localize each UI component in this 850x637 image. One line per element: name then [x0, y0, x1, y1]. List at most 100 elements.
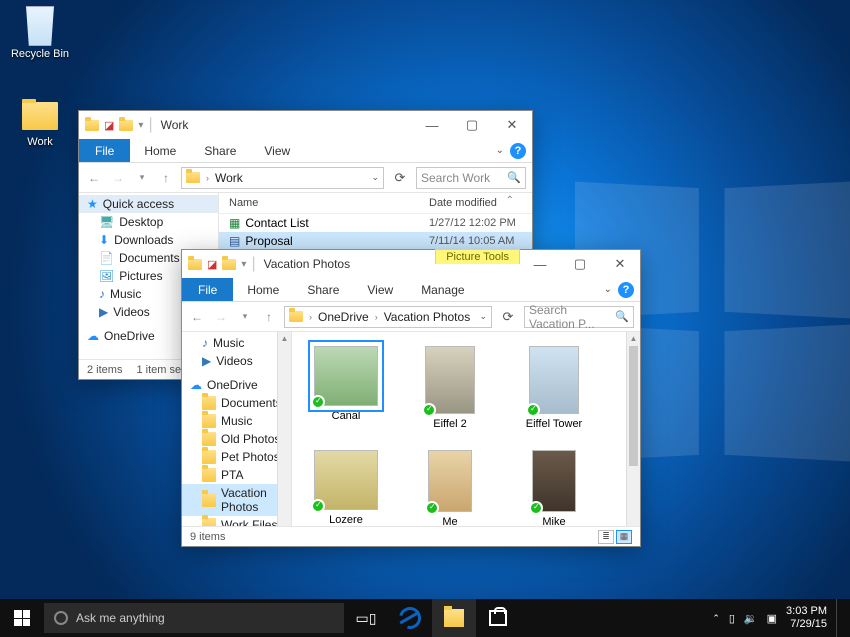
taskbar-file-explorer[interactable] — [432, 599, 476, 637]
tab-share[interactable]: Share — [293, 278, 353, 301]
column-name[interactable]: Name — [229, 197, 429, 209]
tab-share[interactable]: Share — [190, 139, 250, 162]
ribbon-expand-icon[interactable]: ⌄ — [604, 284, 612, 295]
breadcrumb[interactable]: OneDrive — [318, 310, 369, 324]
nav-documents[interactable]: Documents — [182, 394, 291, 412]
tab-manage[interactable]: Manage — [407, 278, 478, 301]
chevron-down-icon[interactable]: ⌄ — [371, 172, 379, 183]
maximize-button[interactable]: ▢ — [452, 111, 492, 139]
help-icon[interactable]: ? — [618, 282, 634, 298]
sync-badge-icon — [526, 403, 540, 417]
minimize-button[interactable]: — — [412, 111, 452, 139]
back-button[interactable]: ← — [85, 169, 103, 187]
qat-newfolder-icon[interactable] — [119, 120, 133, 131]
qat-properties-icon[interactable]: ◪ — [104, 119, 114, 132]
titlebar[interactable]: ◪ ▾ | Work — ▢ ✕ — [79, 111, 532, 139]
nav-pta[interactable]: PTA — [182, 466, 291, 484]
column-date[interactable]: Date modified — [429, 197, 497, 209]
nav-music[interactable]: Music — [182, 412, 291, 430]
search-input[interactable]: Search Work 🔍 — [416, 167, 526, 189]
qat-properties-icon[interactable]: ◪ — [207, 258, 217, 271]
titlebar[interactable]: ◪ ▾ | Vacation Photos Picture Tools — ▢ … — [182, 250, 640, 278]
ribbon-expand-icon[interactable]: ⌄ — [496, 145, 504, 156]
help-icon[interactable]: ? — [510, 143, 526, 159]
tab-file[interactable]: File — [79, 139, 130, 162]
nav-vacation-photos[interactable]: Vacation Photos — [182, 484, 291, 516]
tab-view[interactable]: View — [250, 139, 304, 162]
minimize-button[interactable]: — — [520, 250, 560, 278]
tray-notifications-icon[interactable]: ▣ — [767, 612, 777, 625]
chevron-right-icon[interactable]: › — [204, 173, 211, 183]
up-button[interactable]: ↑ — [157, 169, 175, 187]
desktop-icon-label: Recycle Bin — [8, 48, 72, 60]
breadcrumb[interactable]: Work — [215, 171, 243, 185]
taskbar-edge[interactable] — [388, 599, 432, 637]
tab-file[interactable]: File — [182, 278, 233, 301]
picture-icon: 🖼 — [99, 269, 114, 283]
list-item[interactable]: Me — [410, 450, 490, 528]
table-row[interactable]: ▦Contact List 1/27/12 12:02 PM — [219, 214, 532, 232]
search-input[interactable]: Search Vacation P... 🔍 — [524, 306, 634, 328]
system-clock[interactable]: 3:03 PM 7/29/15 — [786, 605, 827, 630]
list-item[interactable]: Canal — [306, 346, 386, 430]
tray-volume-icon[interactable]: 🔉 — [744, 612, 758, 625]
chevron-right-icon[interactable]: › — [373, 312, 380, 322]
desktop-icon-work[interactable]: Work — [8, 98, 72, 148]
nav-music[interactable]: ♪Music — [182, 334, 291, 352]
tab-view[interactable]: View — [353, 278, 407, 301]
refresh-button[interactable]: ⟳ — [498, 309, 518, 325]
scrollbar[interactable]: ▲▼ — [626, 332, 640, 546]
tab-home[interactable]: Home — [233, 278, 293, 301]
refresh-button[interactable]: ⟳ — [390, 170, 410, 186]
view-details-button[interactable]: ≣ — [598, 530, 614, 544]
nav-quick-access[interactable]: ★Quick access — [79, 195, 218, 213]
breadcrumb[interactable]: Vacation Photos — [384, 310, 471, 324]
tray-overflow-icon[interactable]: ⌃ — [712, 613, 720, 624]
nav-videos[interactable]: ▶Videos — [182, 352, 291, 370]
music-icon: ♪ — [99, 287, 105, 301]
forward-button[interactable]: → — [212, 308, 230, 326]
context-tab-picture-tools[interactable]: Picture Tools — [435, 249, 520, 264]
video-icon: ▶ — [202, 354, 211, 368]
nav-old-photos[interactable]: Old Photos — [182, 430, 291, 448]
show-desktop-button[interactable] — [836, 599, 842, 637]
address-bar[interactable]: › OneDrive › Vacation Photos ⌄ — [284, 306, 492, 328]
search-placeholder: Search Vacation P... — [529, 303, 615, 331]
maximize-button[interactable]: ▢ — [560, 250, 600, 278]
cortana-search-input[interactable]: Ask me anything — [44, 603, 344, 633]
up-button[interactable]: ↑ — [260, 308, 278, 326]
ribbon-tabs: File Home Share View Manage ⌄ ? — [182, 278, 640, 302]
task-view-button[interactable]: ▭▯ — [344, 599, 388, 637]
qat-dropdown-icon[interactable]: ▾ — [138, 120, 143, 131]
tray-network-icon[interactable]: ▯ — [729, 612, 735, 625]
back-button[interactable]: ← — [188, 308, 206, 326]
view-thumbnails-button[interactable]: ▦ — [616, 530, 632, 544]
desktop-icon-recycle-bin[interactable]: Recycle Bin — [8, 6, 72, 60]
nav-downloads[interactable]: ⬇Downloads — [79, 231, 218, 249]
chevron-down-icon[interactable]: ⌄ — [479, 311, 487, 322]
close-button[interactable]: ✕ — [492, 111, 532, 139]
table-row[interactable]: ▤Proposal 7/11/14 10:05 AM — [219, 232, 532, 250]
list-item[interactable]: Eiffel 2 — [410, 346, 490, 430]
nav-pet-photos[interactable]: Pet Photos — [182, 448, 291, 466]
list-item[interactable]: Mike — [514, 450, 594, 528]
collapse-icon[interactable]: ⌃ — [506, 195, 514, 206]
forward-button[interactable]: → — [109, 169, 127, 187]
taskbar-store[interactable] — [476, 599, 520, 637]
chevron-right-icon[interactable]: › — [307, 312, 314, 322]
list-item[interactable]: Eiffel Tower — [514, 346, 594, 430]
nav-onedrive[interactable]: ☁OneDrive — [182, 376, 291, 394]
recent-button[interactable]: ▾ — [133, 169, 151, 187]
qat-dropdown-icon[interactable]: ▾ — [241, 259, 246, 270]
tab-home[interactable]: Home — [130, 139, 190, 162]
recent-button[interactable]: ▾ — [236, 308, 254, 326]
sync-badge-icon — [311, 499, 325, 513]
start-button[interactable] — [0, 599, 44, 637]
scrollbar[interactable]: ▲▼ — [277, 332, 291, 546]
address-bar[interactable]: › Work ⌄ — [181, 167, 384, 189]
folder-icon — [202, 432, 216, 446]
list-item[interactable]: Lozere — [306, 450, 386, 528]
nav-desktop[interactable]: 🖥Desktop — [79, 213, 218, 231]
qat-newfolder-icon[interactable] — [222, 259, 236, 270]
close-button[interactable]: ✕ — [600, 250, 640, 278]
